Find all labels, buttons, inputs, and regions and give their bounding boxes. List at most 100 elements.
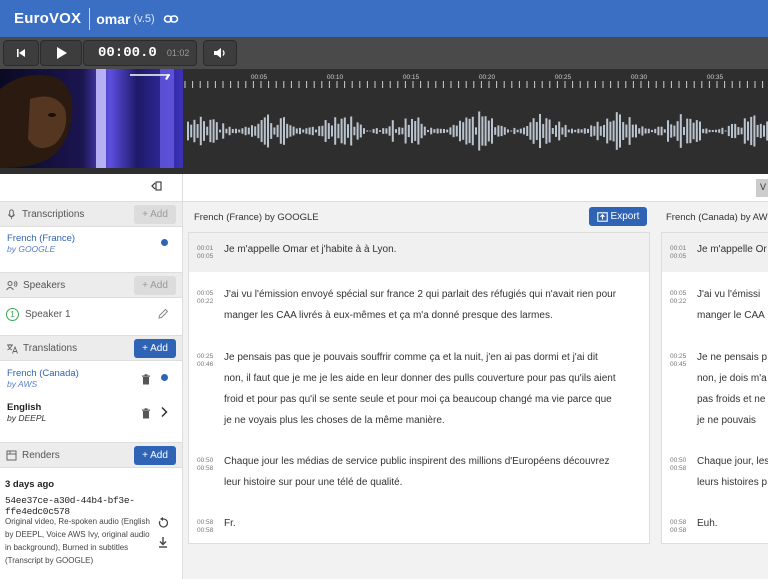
- waveform-bar: [475, 127, 477, 135]
- waveform-bar: [609, 121, 612, 141]
- transcription-language: French (France): [7, 233, 76, 244]
- collapse-sidebar-icon[interactable]: [150, 180, 162, 195]
- transcript-segment[interactable]: 00:58 00:58 Fr.: [189, 507, 649, 543]
- brand-vox: VOX: [48, 10, 82, 27]
- segment-timestamp: 00:25 00:45: [670, 353, 686, 369]
- waveform-bar: [289, 125, 292, 137]
- waveform-bar: [270, 123, 273, 139]
- waveform-bar: [603, 124, 605, 138]
- transcript-segment[interactable]: 00:01 00:05 Je m'appelle Omar et j'habite …: [189, 233, 649, 272]
- waveform-bar: [545, 118, 548, 144]
- transcript-segment[interactable]: 00:50 00:58 Chaque jour, les leurs histoire…: [662, 445, 768, 501]
- video-preview[interactable]: [0, 69, 183, 168]
- waveform-bar: [366, 130, 369, 132]
- link-icon[interactable]: [163, 11, 179, 27]
- waveform-bar: [305, 128, 308, 134]
- segment-end-time: 00:58: [670, 465, 687, 472]
- segment-text[interactable]: Je pensais pas que je pouvais souffrir c…: [224, 347, 616, 431]
- translation-item-english[interactable]: English by DEEPL: [0, 402, 182, 423]
- sidebar: Transcriptions + Add French (France) by …: [0, 174, 183, 579]
- segment-start-time: 00:25: [197, 353, 214, 360]
- waveform-bar: [273, 127, 276, 135]
- segment-text[interactable]: J'ai vu l'émission envoyé spécial sur fr…: [224, 284, 616, 326]
- waveform-bar: [580, 129, 583, 133]
- segment-start-time: 00:01: [197, 245, 214, 252]
- transcript-segment[interactable]: 00:05 00:22 J'ai vu l'émission envoyé spéc…: [189, 278, 649, 333]
- waveform-bar: [369, 130, 372, 132]
- transcript-segment[interactable]: 00:01 00:05 Je m'appelle Or: [662, 233, 768, 272]
- transcription-item-french-france[interactable]: French (France) by GOOGLE: [0, 233, 182, 254]
- translation-item-french-canada[interactable]: French (Canada) by AWS: [0, 368, 182, 389]
- waveform-bar: [391, 120, 394, 142]
- waveform-bar: [529, 122, 532, 140]
- add-speaker-button[interactable]: + Add: [134, 276, 176, 295]
- export-button[interactable]: Export: [589, 207, 647, 226]
- add-translation-button[interactable]: + Add: [134, 339, 176, 358]
- waveform-bar: [679, 114, 682, 148]
- waveform-bar: [702, 128, 705, 134]
- segment-text[interactable]: Je m'appelle Omar et j'habite à à Lyon.: [224, 239, 396, 260]
- waveform-bar: [644, 128, 647, 134]
- speaker-item[interactable]: 1 Speaker 1: [0, 300, 182, 328]
- waveform-bar: [206, 126, 209, 136]
- waveform-bar: [481, 116, 484, 146]
- waveform-bar: [558, 121, 561, 141]
- waveform-bar: [708, 129, 711, 133]
- trash-icon[interactable]: [141, 406, 151, 424]
- segment-line: non, il faut que je me je les aide en le…: [224, 373, 616, 384]
- render-date: 3 days ago: [5, 479, 55, 490]
- segment-line: leurs histoires p: [697, 477, 768, 488]
- chevron-right-icon[interactable]: [160, 405, 168, 423]
- brand-logo[interactable]: EuroVOX: [14, 10, 81, 27]
- retry-icon[interactable]: [157, 516, 169, 534]
- segment-text[interactable]: Chaque jour, les leurs histoires p: [697, 451, 768, 493]
- waveform-bar: [388, 126, 391, 136]
- download-icon[interactable]: [157, 536, 169, 554]
- waveform-bar: [750, 116, 753, 146]
- waveform-bar: [187, 121, 189, 141]
- transcript-segment[interactable]: 00:05 00:22 J'ai vu l'émissi manger le CAA: [662, 278, 768, 333]
- waveform-bar: [254, 126, 257, 136]
- segment-text[interactable]: Je ne pensais p non, je dois m'a pas froid…: [697, 347, 767, 431]
- render-id[interactable]: 54ee37ce-a30d-44b4-bf3e-ffe4edc0c578: [5, 495, 182, 517]
- segment-text[interactable]: Je m'appelle Or: [697, 239, 767, 260]
- play-button[interactable]: [40, 40, 82, 66]
- waveform-bar: [417, 117, 420, 145]
- segment-line: Je m'appelle Omar et j'habite à à Lyon.: [224, 244, 397, 255]
- waveform-bar: [334, 117, 337, 145]
- segment-text[interactable]: Chaque jour les médias de service public…: [224, 451, 609, 493]
- microphone-icon: [7, 208, 16, 219]
- segment-line: non, je dois m'a: [697, 373, 767, 384]
- waveform-bar: [238, 129, 241, 133]
- segment-text[interactable]: Fr.: [224, 513, 236, 534]
- trash-icon[interactable]: [141, 372, 151, 390]
- waveform-bar: [433, 129, 436, 133]
- waveform-bar: [465, 117, 468, 145]
- volume-button[interactable]: [203, 40, 237, 66]
- transcript-segment[interactable]: 00:58 00:58 Euh.: [662, 507, 768, 543]
- audio-waveform[interactable]: 00:05 00:10 00:15 00:20 00:25 00:30 00:35: [183, 69, 768, 174]
- segment-text[interactable]: J'ai vu l'émissi manger le CAA: [697, 284, 765, 326]
- segment-start-time: 00:50: [670, 457, 687, 464]
- speakers-label: Speakers: [23, 279, 66, 291]
- waveform-bar: [199, 116, 202, 146]
- transcriptions-label: Transcriptions: [22, 208, 85, 220]
- renders-header: Renders + Add: [0, 442, 182, 468]
- waveform-bar: [631, 124, 634, 138]
- waveform-bar: [689, 118, 692, 144]
- segment-text[interactable]: Euh.: [697, 513, 718, 534]
- skip-to-start-button[interactable]: [3, 40, 39, 66]
- waveform-bar: [510, 130, 513, 132]
- waveform-bar: [331, 125, 333, 137]
- edit-pencil-icon[interactable]: [157, 308, 169, 323]
- transcript-segment[interactable]: 00:50 00:58 Chaque jour les médias de serv…: [189, 445, 649, 501]
- view-toggle-button[interactable]: V: [756, 179, 768, 197]
- waveform-bar: [279, 118, 282, 144]
- transcript-segment[interactable]: 00:25 00:46 Je pensais pas que je pouvais …: [189, 341, 649, 439]
- waveform-bar: [308, 127, 311, 135]
- waveform-bar: [385, 128, 388, 134]
- add-transcription-button[interactable]: + Add: [134, 205, 176, 224]
- add-render-button[interactable]: + Add: [134, 446, 176, 465]
- transcript-segment[interactable]: 00:25 00:45 Je ne pensais p non, je dois m'…: [662, 341, 768, 439]
- waveform-bar: [299, 127, 301, 135]
